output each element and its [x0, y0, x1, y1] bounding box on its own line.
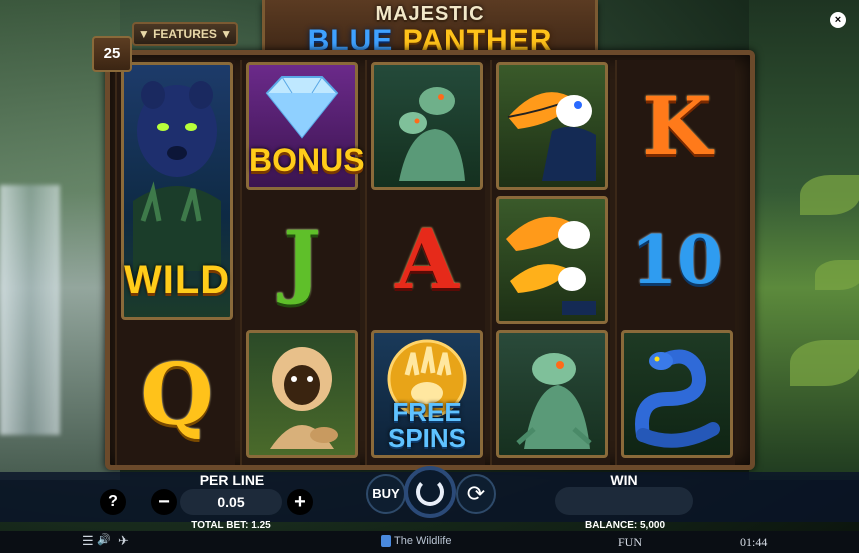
reel-3: A FREE SPINS	[365, 60, 485, 465]
bonus-label: BONUS	[249, 142, 365, 178]
clock-label: 01:44	[740, 535, 768, 549]
bonus-cell: BONUS	[246, 62, 365, 190]
jungle-background-right	[749, 0, 859, 480]
monkey-icon	[270, 347, 338, 449]
total-bet-label: TOTAL BET: 1.25	[191, 520, 271, 531]
leaf-graphic	[815, 260, 859, 290]
reel-5: K 10	[615, 60, 735, 465]
reel-4	[490, 60, 610, 465]
toucan-icon	[507, 92, 596, 181]
lizards-cell	[371, 62, 483, 190]
wild-label: WILD	[124, 258, 231, 302]
king-icon: K	[642, 79, 712, 173]
autoplay-icon: ⟳	[466, 481, 486, 506]
free-spins-cell: FREE SPINS	[371, 330, 483, 458]
waterfall-graphic	[0, 185, 60, 435]
spin-button[interactable]	[404, 466, 456, 518]
menu-icon[interactable]: ☰	[82, 533, 94, 549]
game-stage: × ▼ FEATURES ▼ MAJESTIC BLUE PANTHER WIL…	[0, 0, 859, 553]
queen-cell: Q	[121, 330, 233, 458]
queen-icon: Q	[140, 344, 214, 444]
footer-game-title: The Wildlife	[394, 535, 452, 547]
lizards-icon	[399, 87, 465, 181]
decrease-bet-button[interactable]: −	[151, 489, 177, 515]
leaf-graphic	[790, 340, 859, 386]
win-amount-field	[555, 487, 693, 515]
bet-per-line-value: 0.05	[180, 489, 282, 515]
free-spins-label: FREE SPINS	[387, 397, 467, 453]
jack-icon: J	[283, 213, 321, 307]
autoplay-button[interactable]: ⟳	[456, 474, 496, 514]
reel-2: BONUS J	[240, 60, 365, 465]
per-line-label: PER LINE	[199, 472, 265, 488]
reels-frame: WILD Q BONUS J A FREE SPINS K 10	[105, 50, 755, 470]
king-cell: K	[621, 62, 733, 190]
toucan-cell	[496, 62, 608, 190]
ace-cell: A	[371, 196, 483, 324]
wild-panther-cell: WILD	[121, 62, 233, 320]
lizard-icon	[516, 353, 592, 449]
leaf-graphic	[800, 175, 859, 215]
wild-panther-icon	[133, 81, 221, 271]
help-button[interactable]: ?	[100, 489, 126, 515]
ace-icon: A	[395, 212, 459, 308]
bonus-diamond-icon	[265, 76, 339, 139]
features-button[interactable]: ▼ FEATURES ▼	[132, 22, 238, 46]
provider-logo-icon	[381, 535, 391, 547]
play-mode-label: FUN	[618, 535, 643, 549]
footer-bar: ☰ 🔊 ✈ The Wildlife FUN 01:44	[0, 531, 859, 553]
increase-bet-button[interactable]: +	[287, 489, 313, 515]
logo-title-top: MAJESTIC	[375, 3, 485, 25]
toucans-icon	[506, 216, 596, 315]
sound-icon[interactable]: 🔊	[97, 533, 111, 546]
lizard-cell	[496, 330, 608, 458]
lines-count-badge: 25	[92, 36, 132, 72]
monkey-cell	[246, 330, 358, 458]
buy-feature-button[interactable]: BUY	[366, 474, 406, 514]
snake-cell	[621, 330, 733, 458]
turbo-icon[interactable]: ✈	[118, 533, 129, 549]
ten-cell: 10	[621, 196, 733, 324]
snake-icon	[635, 349, 720, 448]
close-button[interactable]: ×	[830, 12, 846, 28]
ten-icon: 10	[631, 221, 723, 299]
spin-icon	[416, 478, 444, 506]
jack-cell: J	[246, 196, 358, 324]
win-label: WIN	[610, 472, 638, 488]
balance-label: BALANCE: 5,000	[584, 520, 666, 531]
reel-1: WILD Q	[115, 60, 235, 465]
toucans-cell	[496, 196, 608, 324]
